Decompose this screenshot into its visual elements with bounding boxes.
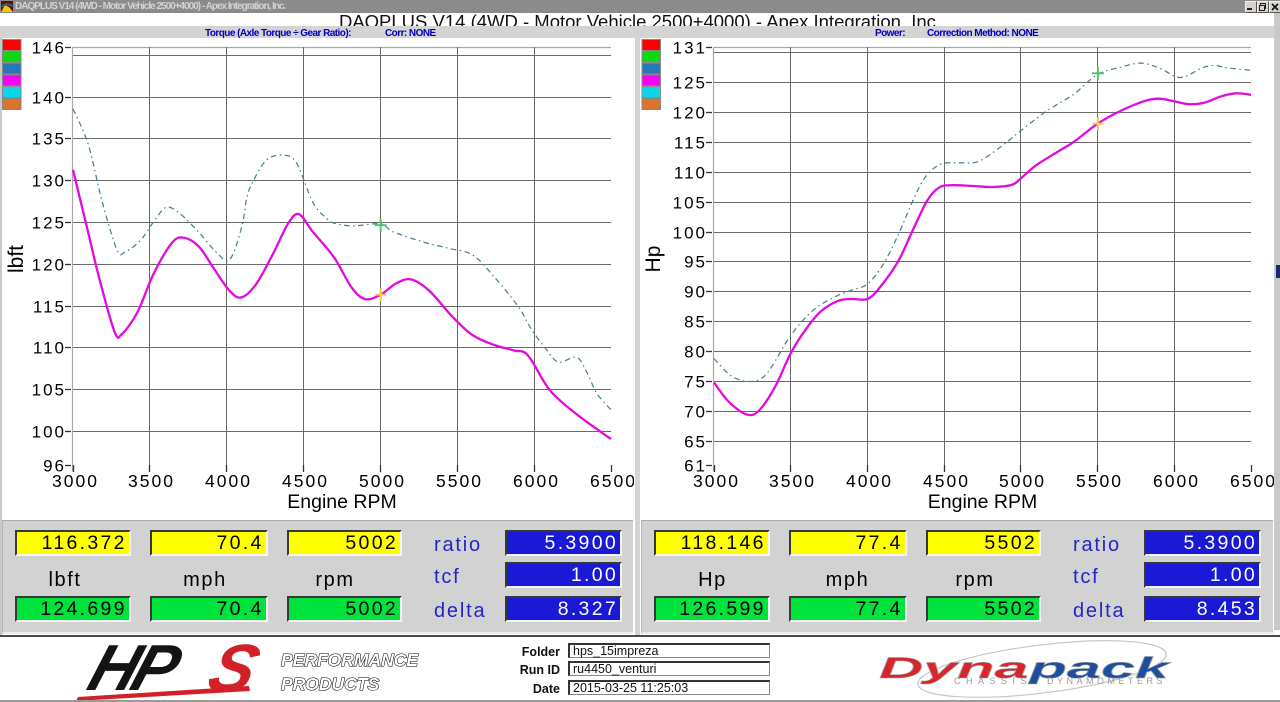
svg-text:5500: 5500	[436, 471, 483, 491]
svg-text:100: 100	[673, 224, 707, 243]
svg-text:4000: 4000	[205, 471, 252, 491]
svg-text:6500: 6500	[1230, 471, 1275, 491]
svg-text:3500: 3500	[769, 471, 816, 491]
svg-text:5500: 5500	[1076, 471, 1123, 491]
svg-text:100: 100	[32, 423, 66, 442]
svg-text:105: 105	[32, 381, 66, 400]
svg-text:Engine RPM: Engine RPM	[928, 491, 1037, 513]
svg-text:130: 130	[32, 172, 66, 191]
svg-text:131: 131	[673, 39, 707, 58]
svg-text:120: 120	[673, 104, 707, 123]
svg-text:5000: 5000	[359, 471, 406, 491]
svg-text:3500: 3500	[128, 471, 175, 491]
svg-text:85: 85	[684, 313, 707, 332]
svg-text:Hp: Hp	[642, 246, 665, 273]
svg-text:6000: 6000	[513, 471, 560, 491]
svg-text:4500: 4500	[282, 471, 329, 491]
svg-text:5000: 5000	[999, 471, 1046, 491]
svg-text:CHASSIS: CHASSIS	[954, 676, 1032, 686]
svg-text:90: 90	[684, 283, 707, 302]
svg-text:140: 140	[32, 89, 66, 108]
svg-text:135: 135	[32, 130, 66, 149]
svg-text:110: 110	[33, 339, 66, 358]
svg-text:70: 70	[684, 403, 707, 422]
svg-text:146: 146	[32, 39, 66, 58]
svg-text:125: 125	[673, 74, 707, 93]
svg-text:6500: 6500	[590, 471, 634, 491]
svg-text:4000: 4000	[846, 471, 893, 491]
svg-text:115: 115	[33, 298, 66, 317]
svg-text:4500: 4500	[923, 471, 970, 491]
svg-text:6000: 6000	[1153, 471, 1200, 491]
svg-text:95: 95	[684, 253, 707, 272]
svg-text:120: 120	[32, 256, 66, 275]
svg-text:125: 125	[32, 214, 66, 233]
svg-text:105: 105	[673, 194, 707, 213]
svg-text:75: 75	[684, 373, 707, 392]
svg-text:115: 115	[674, 134, 707, 153]
svg-text:PRODUCTS: PRODUCTS	[281, 674, 380, 694]
svg-text:80: 80	[684, 343, 707, 362]
svg-text:DYNAMOMETERS: DYNAMOMETERS	[1047, 676, 1166, 686]
svg-text:lbft: lbft	[5, 245, 28, 273]
svg-text:3000: 3000	[52, 471, 99, 491]
svg-text:PERFORMANCE: PERFORMANCE	[281, 650, 419, 670]
svg-text:65: 65	[684, 433, 707, 452]
svg-text:110: 110	[674, 164, 707, 183]
svg-text:Engine RPM: Engine RPM	[287, 491, 396, 513]
svg-text:3000: 3000	[693, 471, 740, 491]
